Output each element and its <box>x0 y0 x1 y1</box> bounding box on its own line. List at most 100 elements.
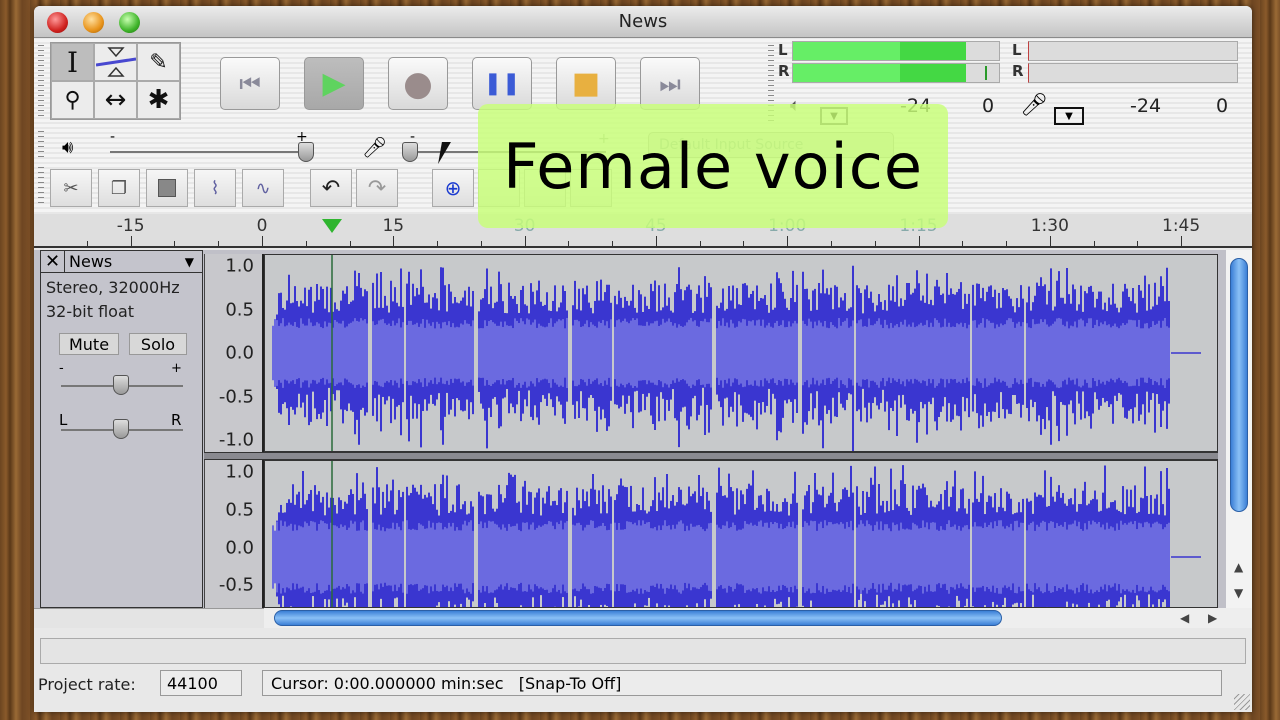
envelope-tool-button[interactable] <box>94 43 137 81</box>
resize-grip[interactable] <box>1234 694 1250 710</box>
scroll-up-arrow-icon[interactable]: ▲ <box>1234 560 1243 574</box>
channel-2-waveform[interactable] <box>264 460 1218 608</box>
scroll-right-arrow-icon[interactable]: ▶ <box>1208 611 1217 625</box>
channel-1-waveform[interactable] <box>264 254 1218 452</box>
double-arrow-icon: ↔ <box>104 85 127 115</box>
meter-right-label: R <box>778 62 790 80</box>
silence-icon: ∿ <box>255 177 271 199</box>
track-bit-depth: 32-bit float <box>46 302 135 321</box>
silence-button[interactable]: ∿ <box>242 169 284 207</box>
ruler-tick <box>1181 236 1183 246</box>
waveform-right <box>272 461 1201 607</box>
cut-button[interactable]: ✂ <box>50 169 92 207</box>
skip-to-end-button[interactable]: ⏭ <box>640 57 700 110</box>
play-position-marker[interactable] <box>322 219 342 233</box>
record-meter-menu-button[interactable]: ▼ <box>1054 107 1084 125</box>
meter-level-right-peak <box>900 64 967 82</box>
asterisk-icon: ✱ <box>147 85 170 115</box>
amplitude-label: 0.5 <box>225 299 254 320</box>
paste-button[interactable] <box>146 169 188 207</box>
ruler-label: 0 <box>256 216 268 236</box>
caption-text: Female voice <box>503 129 923 203</box>
waveform-rms <box>272 520 1170 594</box>
scroll-down-arrow-icon[interactable]: ▼ <box>1234 586 1243 600</box>
channel-2-amplitude-ruler: 1.0 0.5 0.0 -0.5 <box>204 460 264 608</box>
status-bar: Project rate: 44100 Cursor: 0:00.000000 … <box>34 670 1252 700</box>
ruler-tick <box>1006 241 1008 246</box>
ruler-tick <box>174 241 176 246</box>
output-volume-slider[interactable] <box>110 151 306 153</box>
toolbar-grip[interactable] <box>38 167 44 207</box>
undo-button[interactable]: ↶ <box>310 169 352 207</box>
zoom-tool-button[interactable]: ⚲ <box>51 81 94 119</box>
mute-button[interactable]: Mute <box>59 333 119 355</box>
vertical-scroll-thumb[interactable] <box>1230 258 1248 512</box>
amplitude-label: -0.5 <box>218 386 254 407</box>
output-volume-icon: 🔊︎ <box>62 137 74 158</box>
ruler-tick <box>305 241 307 246</box>
output-volume-thumb[interactable] <box>298 142 314 162</box>
play-icon: ▶ <box>322 66 346 101</box>
close-track-button[interactable]: ✕ <box>41 251 65 272</box>
ruler-tick <box>1093 241 1095 246</box>
ruler-tick <box>568 241 570 246</box>
record-meter-right[interactable] <box>1028 63 1238 83</box>
ruler-tick <box>655 236 657 246</box>
ruler-tick <box>437 241 439 246</box>
meter-level-left-peak <box>900 42 967 60</box>
playback-meter-right[interactable] <box>792 63 1000 83</box>
draw-tool-button[interactable]: ✎ <box>137 43 180 81</box>
vertical-scrollbar[interactable]: ▲ ▼ <box>1226 250 1252 608</box>
waveform-rms <box>272 317 1170 389</box>
solo-button[interactable]: Solo <box>129 333 187 355</box>
redo-button[interactable]: ↷ <box>356 169 398 207</box>
toolbar-grip[interactable] <box>38 45 44 117</box>
horizontal-scroll-thumb[interactable] <box>274 610 1002 626</box>
selection-tool-button[interactable]: I <box>51 43 94 81</box>
ruler-tick <box>480 241 482 246</box>
channel-divider[interactable] <box>204 452 1218 460</box>
horizontal-scrollbar[interactable]: ◀ ▶ <box>264 608 1252 628</box>
skip-start-icon: ⏮ <box>239 69 261 98</box>
waveform-left <box>272 255 1201 451</box>
playback-meter-left[interactable] <box>792 41 1000 61</box>
scissors-icon: ✂ <box>63 177 79 199</box>
ruler-tick <box>393 236 395 246</box>
meter-left-label: L <box>778 41 788 59</box>
ruler-tick <box>743 241 745 246</box>
skip-to-start-button[interactable]: ⏮ <box>220 57 280 110</box>
pause-button[interactable]: ❚❚ <box>472 57 532 110</box>
timeshift-tool-button[interactable]: ↔ <box>94 81 137 119</box>
amplitude-label: 1.0 <box>225 461 254 483</box>
amplitude-label: 0.0 <box>225 537 254 559</box>
ruler-tick <box>218 241 220 246</box>
input-volume-thumb[interactable] <box>402 142 418 162</box>
toolbar-grip[interactable] <box>38 131 44 159</box>
record-meter-left[interactable] <box>1028 41 1238 61</box>
gain-slider-thumb[interactable] <box>113 375 129 395</box>
play-button[interactable]: ▶ <box>304 57 364 110</box>
project-rate-field[interactable]: 44100 <box>160 670 242 696</box>
trim-button[interactable]: ⌇ <box>194 169 236 207</box>
zoom-in-icon: ⊕ <box>444 176 462 200</box>
track-name: News <box>69 252 113 271</box>
track-control-panel: ✕ News ▼ Stereo, 32000Hz 32-bit float Mu… <box>40 250 203 608</box>
copy-button[interactable]: ❐ <box>98 169 140 207</box>
ruler-tick <box>787 236 789 246</box>
record-button[interactable]: ● <box>388 57 448 110</box>
ruler-tick <box>1049 236 1051 246</box>
scroll-left-arrow-icon[interactable]: ◀ <box>1180 611 1189 625</box>
amplitude-label: -1.0 <box>218 429 254 451</box>
gain-min-label: - <box>59 361 64 376</box>
caption-overlay: Female voice <box>478 104 948 228</box>
zoom-in-button[interactable]: ⊕ <box>432 169 474 207</box>
stop-button[interactable]: ■ <box>556 57 616 110</box>
pan-slider-thumb[interactable] <box>113 419 129 439</box>
ruler-tick <box>349 241 351 246</box>
record-meter-left-label: L <box>1012 41 1022 59</box>
track-format: Stereo, 32000Hz <box>46 278 180 297</box>
ibeam-icon: I <box>66 45 79 79</box>
multi-tool-button[interactable]: ✱ <box>137 81 180 119</box>
scroll-spacer <box>34 608 264 628</box>
track-menu-button[interactable]: News ▼ <box>65 251 202 272</box>
